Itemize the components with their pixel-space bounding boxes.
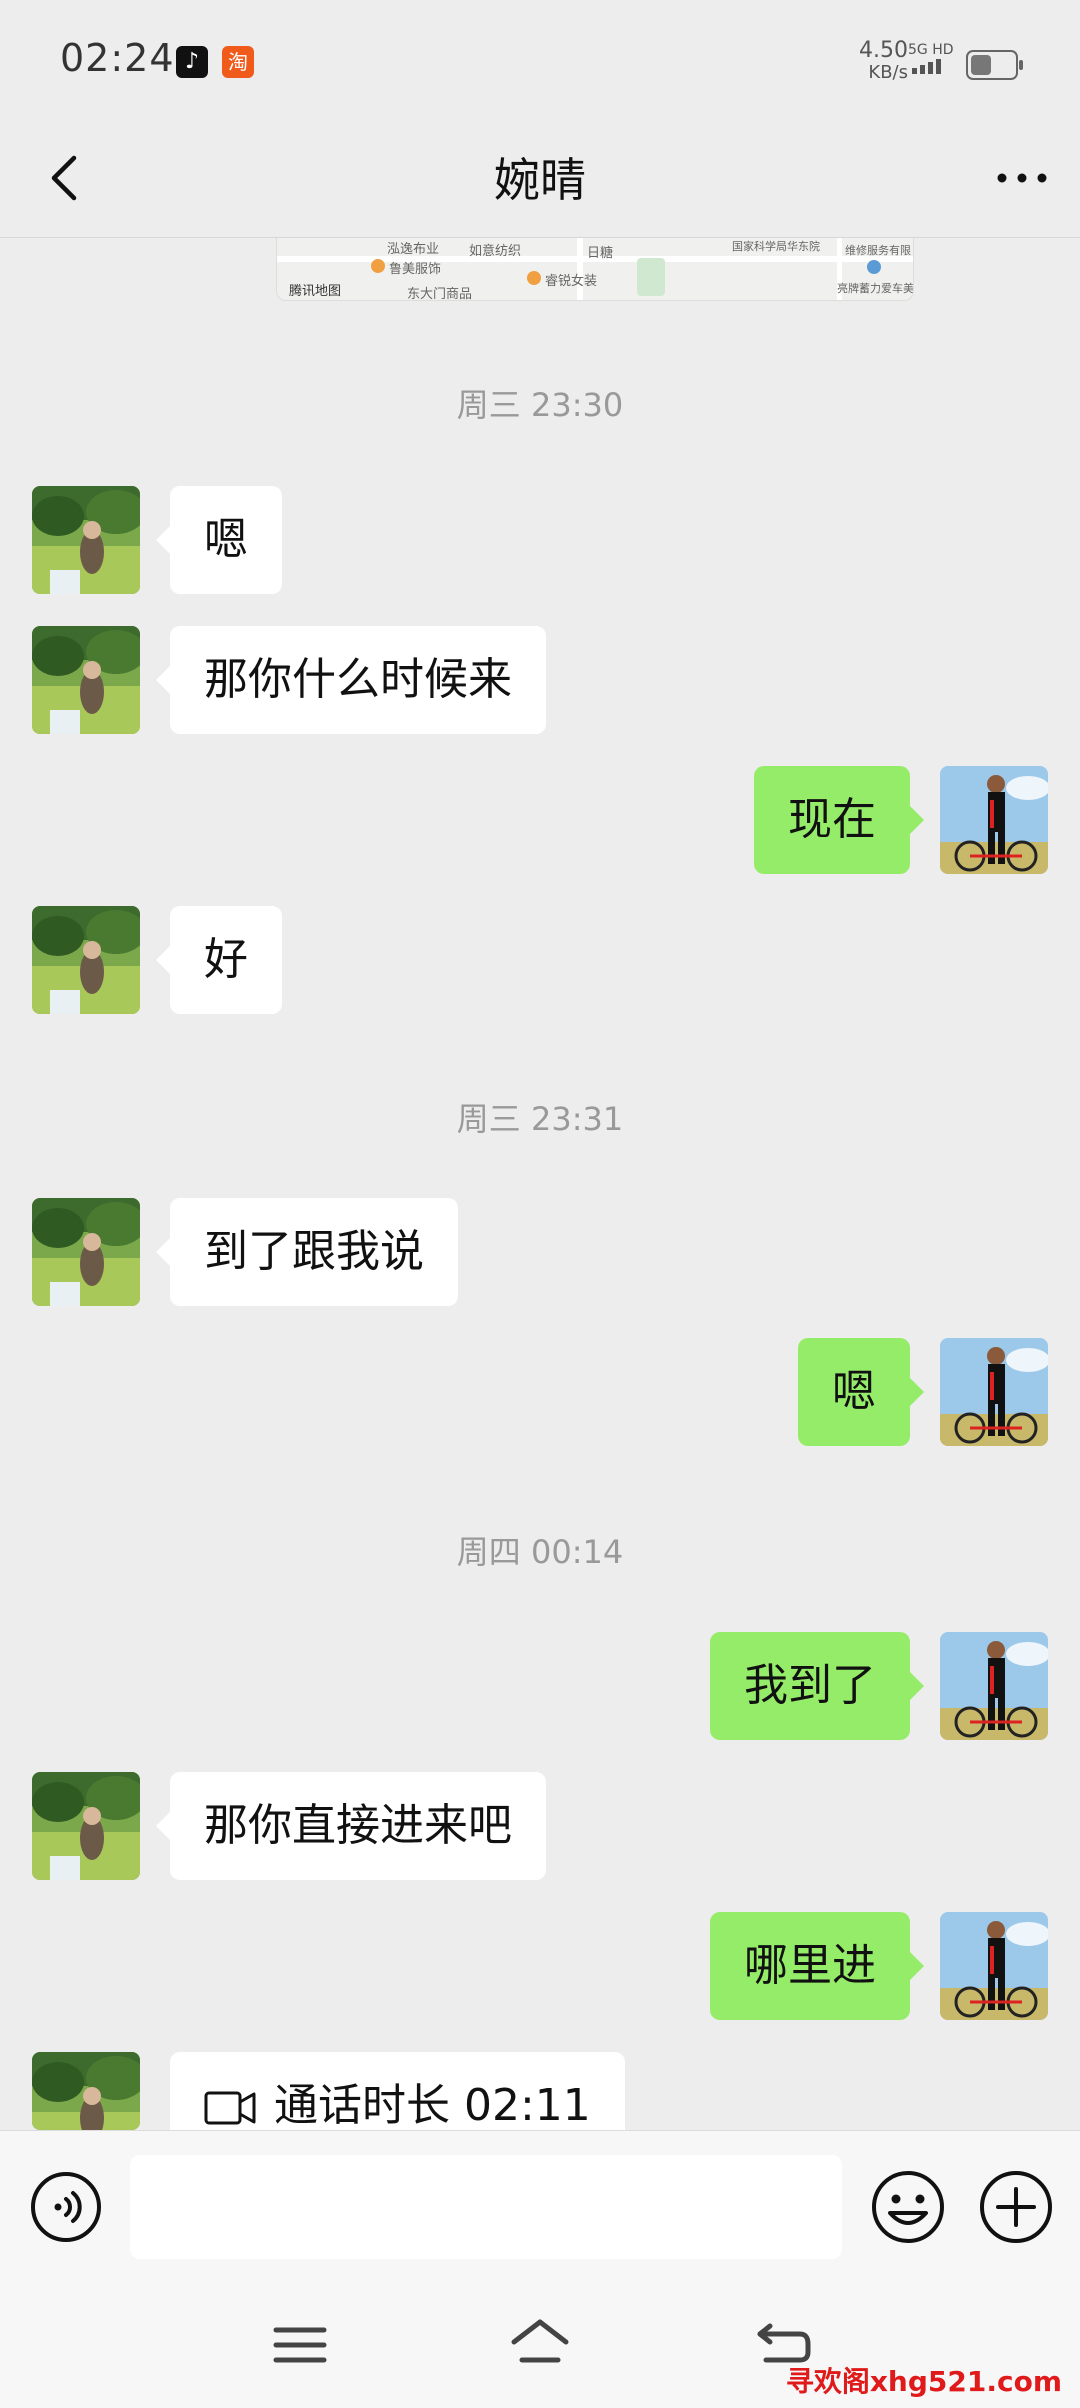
map-label: 鲁美服饰 <box>389 262 442 277</box>
sent-message[interactable]: 我到了 <box>710 1632 924 1740</box>
map-label: 亮牌蓄力爱车美护中心 <box>837 282 914 295</box>
my-avatar[interactable] <box>940 1338 1048 1446</box>
map-label: 睿锐女装 <box>545 274 598 289</box>
map-label: 维修服务有限 <box>845 244 911 257</box>
map-label: 国家科学局华东院 <box>732 240 820 253</box>
network-speed: 4.50 KB/s <box>842 40 908 84</box>
status-time: 02:24 <box>60 36 175 80</box>
map-pin-icon <box>527 271 541 285</box>
received-message[interactable]: 好 <box>156 906 282 1014</box>
message-timestamp: 周四 00:14 <box>456 1533 624 1571</box>
signal-icon <box>912 59 941 74</box>
chat-header: 婉晴 <box>0 120 1080 238</box>
contact-avatar[interactable] <box>32 1772 140 1880</box>
message-input[interactable] <box>130 2155 842 2259</box>
contact-avatar[interactable] <box>32 2052 140 2130</box>
tiktok-icon: ♪ <box>176 46 208 78</box>
sent-message[interactable]: 嗯 <box>798 1338 924 1446</box>
network-speed-unit: KB/s <box>868 62 908 83</box>
taobao-icon: 淘 <box>222 46 254 78</box>
network-type: 5G HD <box>908 42 954 78</box>
map-pin-icon <box>371 259 385 273</box>
map-brand-label: 腾讯地图 <box>289 284 342 299</box>
home-icon[interactable] <box>508 2314 572 2370</box>
status-bar: 02:24 ♪ 淘 4.50 KB/s 5G HD <box>0 0 1080 120</box>
voice-input-icon[interactable] <box>30 2171 102 2243</box>
call-record-message[interactable]: 通话时长 02:11 <box>170 2052 625 2130</box>
sent-message[interactable]: 现在 <box>754 766 924 874</box>
received-message[interactable]: 那你什么时候来 <box>156 626 546 734</box>
map-label: 泓逸布业 <box>387 242 440 257</box>
my-avatar[interactable] <box>940 766 1048 874</box>
contact-avatar[interactable] <box>32 486 140 594</box>
map-label: 如意纺织 <box>469 244 522 259</box>
back-arrow-icon[interactable] <box>40 148 100 208</box>
received-message[interactable]: 那你直接进来吧 <box>156 1772 546 1880</box>
watermark-text: 寻欢阁xhg521.com <box>785 2365 1062 2398</box>
received-message[interactable]: 到了跟我说 <box>156 1198 458 1306</box>
location-map-card[interactable]: 泓逸布业 如意纺织 日糖 鲁美服饰 睿锐女装 腾讯地图 东大门商品 国家科学局华… <box>276 238 914 301</box>
map-label: 日糖 <box>587 246 614 261</box>
chat-title: 婉晴 <box>494 153 586 207</box>
plus-icon[interactable] <box>978 2169 1054 2245</box>
map-pin-icon <box>867 260 881 274</box>
battery-icon <box>966 50 1023 80</box>
more-options-icon[interactable] <box>992 148 1052 208</box>
network-speed-value: 4.50 <box>859 38 908 63</box>
map-label: 东大门商品 <box>407 287 473 301</box>
my-avatar[interactable] <box>940 1632 1048 1740</box>
message-timestamp: 周三 23:31 <box>456 1100 624 1138</box>
call-duration-label: 通话时长 02:11 <box>274 2080 591 2130</box>
message-timestamp: 周三 23:30 <box>456 386 624 424</box>
message-input-bar <box>0 2130 1080 2279</box>
contact-avatar[interactable] <box>32 626 140 734</box>
my-avatar[interactable] <box>940 1912 1048 2020</box>
sent-message[interactable]: 哪里进 <box>710 1912 924 2020</box>
menu-icon[interactable] <box>270 2320 330 2370</box>
contact-avatar[interactable] <box>32 1198 140 1306</box>
contact-avatar[interactable] <box>32 906 140 1014</box>
network-type-label: 5G HD <box>908 42 954 58</box>
emoji-icon[interactable] <box>870 2169 946 2245</box>
video-call-icon <box>204 2091 256 2125</box>
system-nav-bar: 寻欢阁xhg521.com <box>0 2278 1080 2408</box>
received-message[interactable]: 嗯 <box>156 486 282 594</box>
